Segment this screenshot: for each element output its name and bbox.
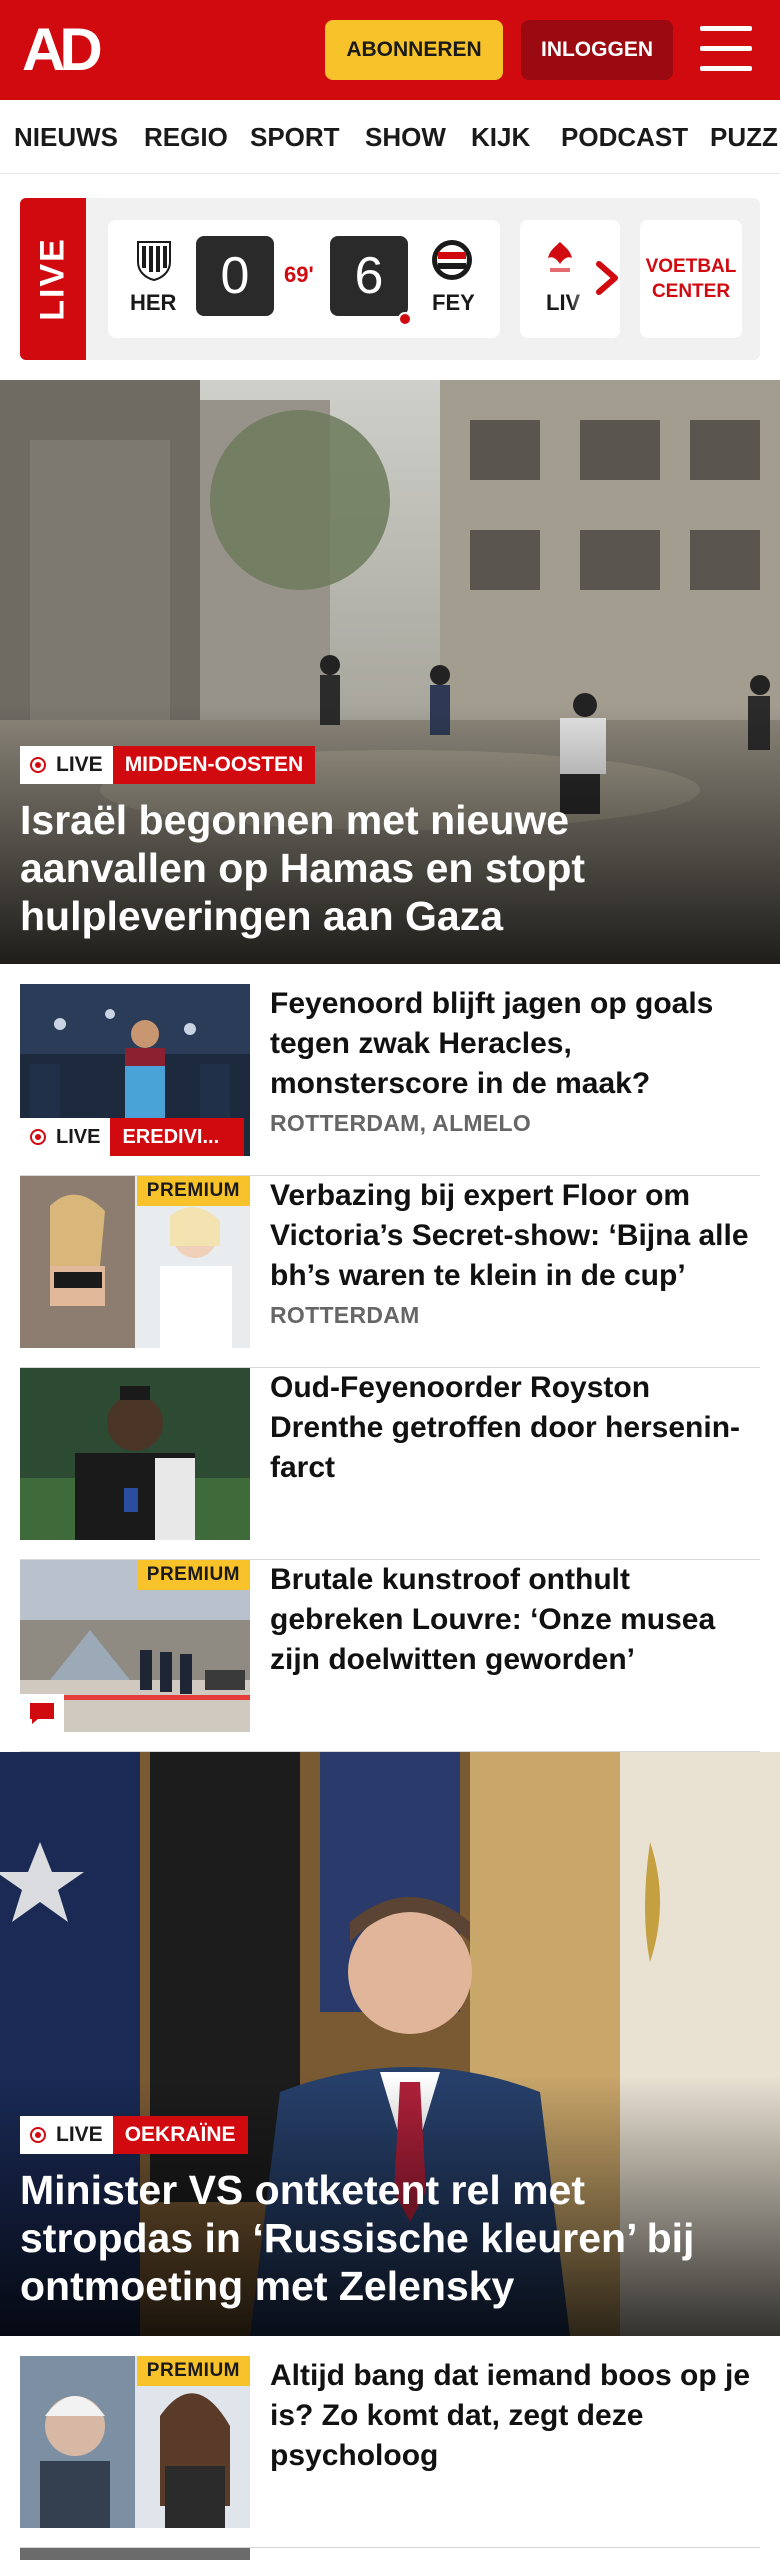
premium-badge: PREMIUM [136, 1176, 250, 1206]
feyenoord-crest-icon [432, 240, 472, 280]
nav-item-podcast[interactable]: PODCAST [561, 100, 688, 173]
hero-article-zelensky[interactable]: LIVE OEKRAÏNE Minister VS ontketent rel … [0, 1752, 780, 2336]
article-title[interactable]: Oud-Feyenoorder Royston Drenthe getroffe… [270, 1368, 760, 1488]
ad-logo[interactable]: AD [22, 18, 118, 82]
nav-item-show[interactable]: SHOW [365, 100, 446, 173]
live-badge: LIVE [20, 2116, 113, 2154]
list-item[interactable]: PREMIUM Verbazing bij expert Floor om Vi… [20, 1176, 760, 1368]
hero-badges: LIVE OEKRAÏNE [20, 2116, 248, 2154]
article-thumbnail: PREMIUM [20, 2356, 250, 2528]
article-thumbnail [20, 1368, 250, 1540]
live-badge: LIVE [20, 746, 113, 784]
away-score: 6 [330, 236, 408, 316]
live-dot-icon [30, 2127, 46, 2143]
article-location: ROTTERDAM [270, 1302, 420, 1328]
section-nav: NIEUWS REGIO SPORT SHOW KIJK PODCAST PUZ… [0, 100, 780, 174]
article-title[interactable]: Verbazing bij expert Floor om Victoria’s… [270, 1176, 760, 1296]
article-thumbnail: PREMIUM [20, 1560, 250, 1732]
article-thumbnail: LIVE EREDIVI... [20, 984, 250, 1156]
hero-article-gaza[interactable]: LIVE MIDDEN-OOSTEN Israël begonnen met n… [0, 380, 780, 964]
comment-icon [20, 1694, 64, 1732]
article-thumbnail: PREMIUM [20, 1176, 250, 1348]
voetbal-center-link[interactable]: VOETBAL CENTER [640, 220, 742, 338]
chevron-right-icon[interactable] [587, 258, 627, 298]
live-badge-label: LIVE [56, 753, 103, 776]
hero-title[interactable]: Israël begonnen met nieuwe aanvallen op … [20, 796, 760, 940]
category-badge: MIDDEN-OOSTEN [112, 746, 316, 784]
article-location: ROTTERDAM, ALMELO [270, 1110, 532, 1136]
list-item[interactable]: LIVE EREDIVI... Feyenoord blijft jagen o… [20, 984, 760, 1176]
live-dot-icon [30, 1129, 46, 1145]
goal-indicator-dot [398, 312, 412, 326]
login-button[interactable]: INLOGGEN [521, 20, 673, 80]
nav-item-puzzels[interactable]: PUZZ [710, 100, 778, 173]
list-item[interactable]: PREMIUM Altijd bang dat iemand boos op j… [20, 2356, 760, 2548]
hero-badges: LIVE MIDDEN-OOSTEN [20, 746, 316, 784]
voetbal-center-label-1: VOETBAL [645, 256, 737, 277]
nav-item-nieuws[interactable]: NIEUWS [14, 100, 118, 173]
heracles-crest-icon [137, 241, 171, 282]
category-badge: EREDIVI... [110, 1118, 245, 1156]
article-title[interactable]: Altijd bang dat iemand boos op je is? Zo… [270, 2356, 760, 2476]
premium-badge: PREMIUM [136, 2356, 250, 2386]
thumbnail-image-drenthe [20, 1368, 250, 1540]
hero-title[interactable]: Minister VS ontketent rel met stropdas i… [20, 2166, 760, 2310]
live-badge: LIVE [20, 1118, 111, 1156]
live-badge-label: LIVE [56, 2123, 103, 2146]
hamburger-icon[interactable] [700, 26, 752, 72]
home-team-code: HER [130, 290, 177, 315]
voetbal-center-label-2: CENTER [651, 281, 731, 302]
match-minute: 69' [284, 262, 314, 287]
home-score: 0 [196, 236, 274, 316]
article-badges: LIVE EREDIVI... [20, 1118, 245, 1156]
top-bar: AD ABONNEREN INLOGGEN [0, 0, 780, 100]
nav-item-kijk[interactable]: KIJK [471, 100, 530, 173]
article-title[interactable]: Feyenoord blijft jagen op goals tegen zw… [270, 984, 760, 1104]
live-badge-label: LIVE [56, 1126, 101, 1148]
category-badge: OEKRAÏNE [112, 2116, 248, 2154]
live-tag-label: LIVE [33, 237, 72, 321]
nav-item-sport[interactable]: SPORT [250, 100, 340, 173]
live-dot-icon [30, 757, 46, 773]
premium-badge: PREMIUM [136, 1560, 250, 1590]
match-card[interactable]: HER 0 69' 6 FEY [108, 220, 500, 338]
list-item[interactable]: Oud-Feyenoorder Royston Drenthe getroffe… [20, 1368, 760, 1560]
nav-item-regio[interactable]: REGIO [144, 100, 228, 173]
subscribe-button[interactable]: ABONNEREN [325, 20, 503, 80]
list-item[interactable]: PREMIUM Brutale kunstroof onthult gebrek… [20, 1560, 760, 1752]
next-list-item-partial [20, 2548, 760, 2560]
article-title[interactable]: Brutale kunstroof onthult gebreken Louvr… [270, 1560, 760, 1680]
live-tag: LIVE [20, 198, 86, 360]
live-scores-strip: LIVE HER 0 69' 6 FEY LIV VOETBAL CENTER [20, 198, 760, 360]
away-team-code: FEY [432, 290, 475, 315]
